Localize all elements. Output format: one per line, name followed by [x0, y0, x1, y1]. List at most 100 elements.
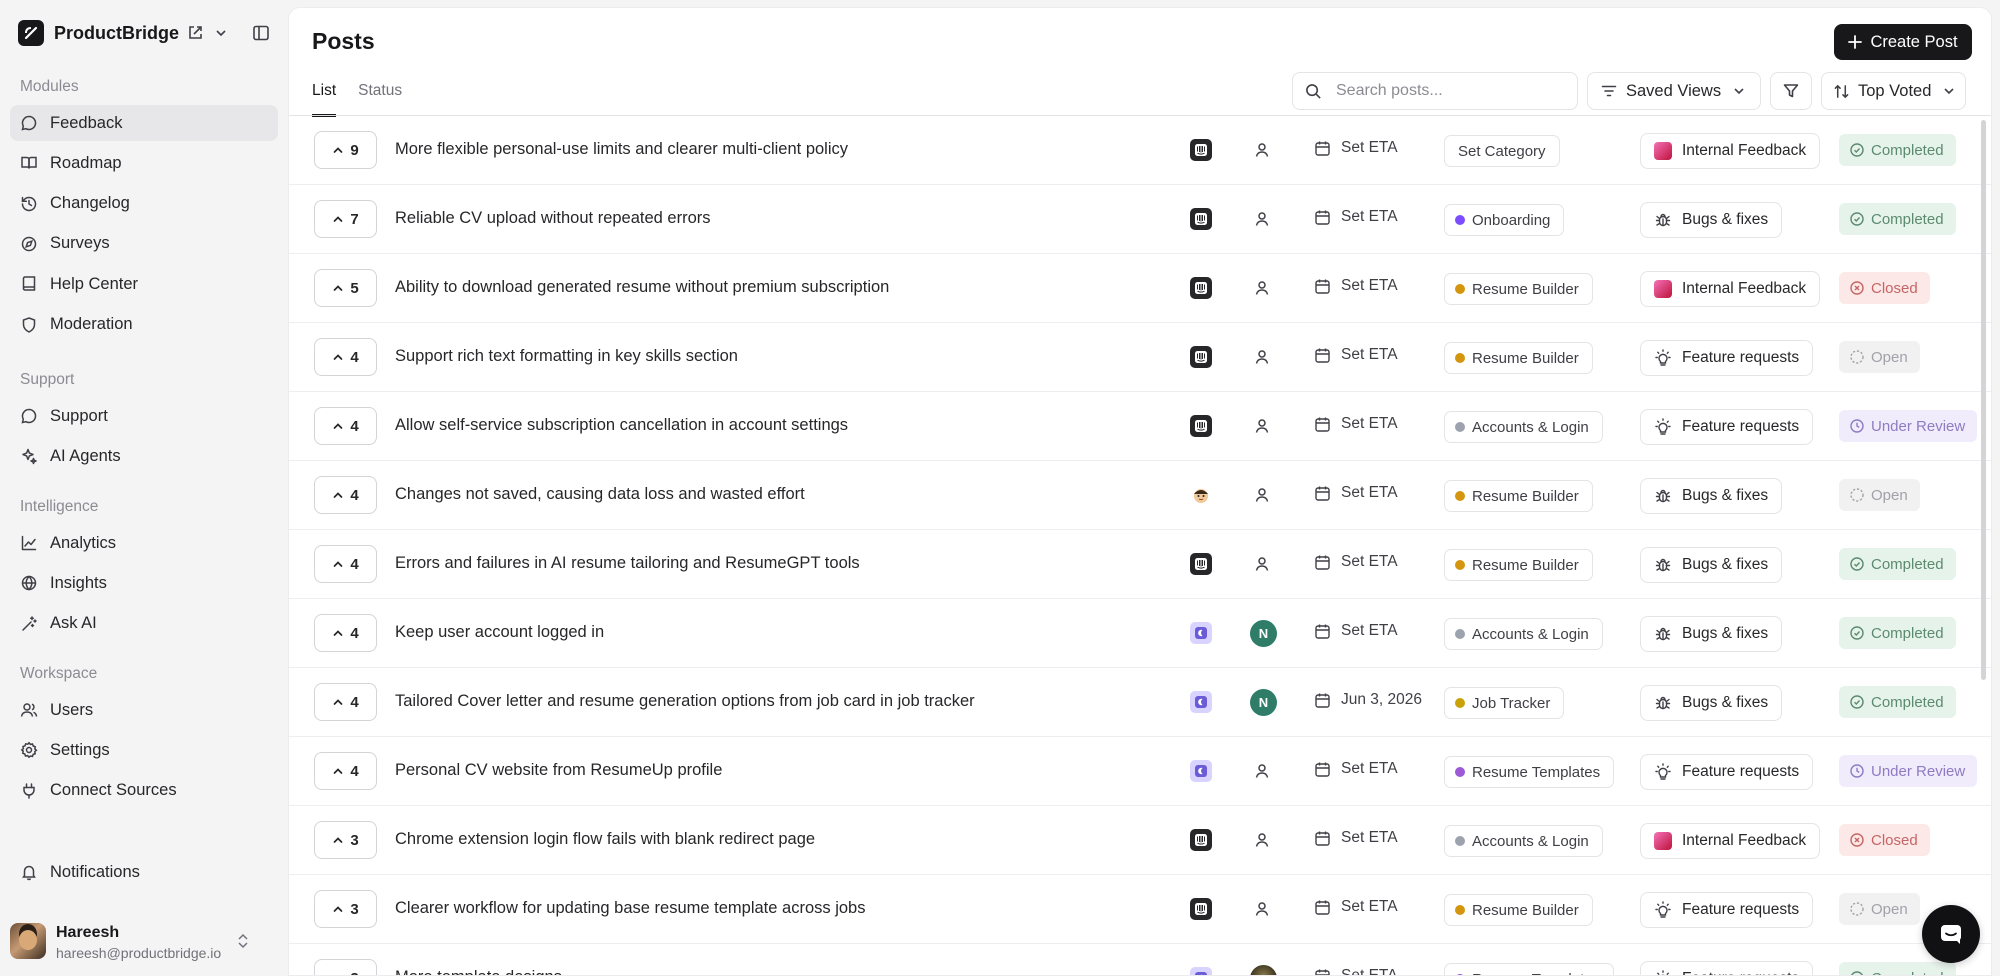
board-pill[interactable]: Feature requests [1640, 961, 1814, 975]
post-title[interactable]: Reliable CV upload without repeated erro… [395, 209, 711, 228]
status-badge[interactable]: Open [1839, 341, 1920, 373]
sidebar-item-insights[interactable]: Insights [10, 565, 278, 601]
post-title[interactable]: Support rich text formatting in key skil… [395, 347, 738, 366]
post-title[interactable]: More template designs [395, 968, 562, 975]
category-pill[interactable]: Resume Builder [1444, 480, 1593, 512]
board-pill[interactable]: Feature requests [1640, 409, 1814, 445]
status-badge[interactable]: Under Review [1839, 410, 1978, 442]
eta-picker[interactable]: Set ETA [1314, 139, 1398, 157]
post-title[interactable]: Changes not saved, causing data loss and… [395, 485, 805, 504]
user-icon[interactable] [1252, 761, 1272, 781]
category-pill[interactable]: Resume Templates [1444, 756, 1615, 788]
sidebar-item-analytics[interactable]: Analytics [10, 525, 278, 561]
upvote-button[interactable]: 4 [314, 683, 377, 721]
sidebar-item-ai-agents[interactable]: AI Agents [10, 438, 278, 474]
eta-picker[interactable]: Set ETA [1314, 622, 1398, 640]
upvote-button[interactable]: 3 [314, 959, 377, 975]
user-icon[interactable] [1252, 347, 1272, 367]
category-pill[interactable]: Onboarding [1444, 204, 1565, 236]
user-icon[interactable] [1252, 278, 1272, 298]
eta-picker[interactable]: Set ETA [1314, 553, 1398, 571]
upvote-button[interactable]: 4 [314, 476, 377, 514]
eta-picker[interactable]: Set ETA [1314, 346, 1398, 364]
sidebar-item-surveys[interactable]: Surveys [10, 226, 278, 262]
sidebar-item-support[interactable]: Support [10, 398, 278, 434]
user-icon[interactable] [1252, 485, 1272, 505]
board-pill[interactable]: Bugs & fixes [1640, 547, 1783, 583]
category-pill[interactable]: Accounts & Login [1444, 618, 1603, 650]
upvote-button[interactable]: 9 [314, 131, 377, 169]
category-pill[interactable]: Resume Builder [1444, 273, 1593, 305]
board-pill[interactable]: Internal Feedback [1640, 823, 1821, 859]
board-pill[interactable]: Bugs & fixes [1640, 685, 1783, 721]
status-badge[interactable]: Completed [1839, 548, 1956, 580]
post-title[interactable]: Chrome extension login flow fails with b… [395, 830, 815, 849]
category-pill[interactable]: Resume Builder [1444, 342, 1593, 374]
upvote-button[interactable]: 4 [314, 752, 377, 790]
sidebar-item-notifications[interactable]: Notifications [10, 854, 278, 890]
board-pill[interactable]: Internal Feedback [1640, 133, 1821, 169]
status-badge[interactable]: Closed [1839, 824, 1930, 856]
upvote-button[interactable]: 4 [314, 338, 377, 376]
eta-picker[interactable]: Set ETA [1314, 484, 1398, 502]
brand[interactable]: ProductBridge [18, 20, 179, 46]
status-badge[interactable]: Closed [1839, 272, 1930, 304]
category-pill[interactable]: Job Tracker [1444, 687, 1565, 719]
upvote-button[interactable]: 3 [314, 890, 377, 928]
external-link-icon[interactable] [186, 24, 204, 42]
sidebar-item-users[interactable]: Users [10, 692, 278, 728]
eta-picker[interactable]: Set ETA [1314, 277, 1398, 295]
user-menu[interactable]: Hareesh hareesh@productbridge.io [10, 920, 278, 962]
post-row[interactable]: 3 Chrome extension login flow fails with… [289, 806, 1991, 875]
post-row[interactable]: 4 Allow self-service subscription cancel… [289, 392, 1991, 461]
post-row[interactable]: 4 Support rich text formatting in key sk… [289, 323, 1991, 392]
category-pill[interactable]: Resume Templates [1444, 963, 1615, 975]
eta-picker[interactable]: Set ETA [1314, 829, 1398, 847]
chevron-down-icon[interactable] [212, 24, 230, 42]
chevrons-up-down-icon[interactable] [235, 932, 251, 950]
post-row[interactable]: 3 Clearer workflow for updating base res… [289, 875, 1991, 944]
category-pill[interactable]: Set Category [1444, 135, 1560, 167]
post-row[interactable]: 5 Ability to download generated resume w… [289, 254, 1991, 323]
upvote-button[interactable]: 3 [314, 821, 377, 859]
status-badge[interactable]: Open [1839, 479, 1920, 511]
board-pill[interactable]: Internal Feedback [1640, 271, 1821, 307]
board-pill[interactable]: Feature requests [1640, 754, 1814, 790]
post-title[interactable]: Keep user account logged in [395, 623, 604, 642]
post-title[interactable]: Tailored Cover letter and resume generat… [395, 692, 975, 711]
user-icon[interactable] [1252, 209, 1272, 229]
upvote-button[interactable]: 7 [314, 200, 377, 238]
assignee-avatar[interactable]: N [1250, 620, 1277, 647]
sidebar-item-settings[interactable]: Settings [10, 732, 278, 768]
tab-status[interactable]: Status [358, 82, 402, 117]
eta-picker[interactable]: Jun 3, 2026 [1314, 691, 1422, 709]
board-pill[interactable]: Bugs & fixes [1640, 616, 1783, 652]
upvote-button[interactable]: 4 [314, 407, 377, 445]
user-icon[interactable] [1252, 416, 1272, 436]
tab-list[interactable]: List [312, 82, 337, 117]
post-row[interactable]: 9 More flexible personal-use limits and … [289, 116, 1991, 185]
eta-picker[interactable]: Set ETA [1314, 760, 1398, 778]
eta-picker[interactable]: Set ETA [1314, 967, 1398, 975]
saved-views-dropdown[interactable]: Saved Views [1587, 72, 1761, 110]
user-icon[interactable] [1252, 899, 1272, 919]
status-badge[interactable]: Open [1839, 893, 1920, 925]
sidebar-item-ask-ai[interactable]: Ask AI [10, 606, 278, 642]
user-icon[interactable] [1252, 554, 1272, 574]
eta-picker[interactable]: Set ETA [1314, 415, 1398, 433]
post-title[interactable]: Errors and failures in AI resume tailori… [395, 554, 860, 573]
sidebar-item-help-center[interactable]: Help Center [10, 266, 278, 302]
status-badge[interactable]: Completed [1839, 686, 1956, 718]
post-title[interactable]: More flexible personal-use limits and cl… [395, 140, 848, 159]
eta-picker[interactable]: Set ETA [1314, 208, 1398, 226]
category-pill[interactable]: Resume Builder [1444, 894, 1593, 926]
category-pill[interactable]: Accounts & Login [1444, 411, 1603, 443]
sidebar-item-moderation[interactable]: Moderation [10, 307, 278, 343]
post-title[interactable]: Ability to download generated resume wit… [395, 278, 889, 297]
sort-dropdown[interactable]: Top Voted [1821, 72, 1966, 110]
assignee-avatar[interactable]: N [1250, 689, 1277, 716]
post-row[interactable]: 4 Tailored Cover letter and resume gener… [289, 668, 1991, 737]
board-pill[interactable]: Bugs & fixes [1640, 202, 1783, 238]
sidebar-item-connect-sources[interactable]: Connect Sources [10, 773, 278, 809]
upvote-button[interactable]: 5 [314, 269, 377, 307]
